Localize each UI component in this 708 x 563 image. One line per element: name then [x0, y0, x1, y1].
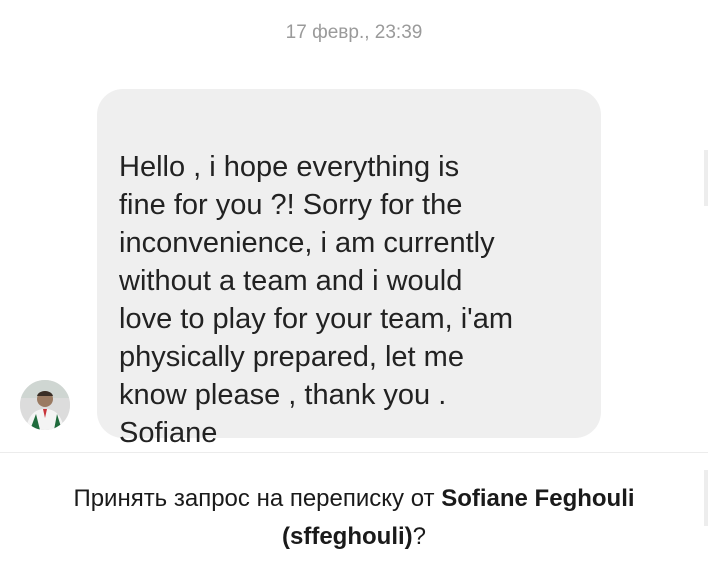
scrollbar-mark: [704, 470, 708, 526]
request-sender-handle: (sffeghouli): [282, 523, 413, 550]
message-text: Hello , i hope everything is fine for yo…: [119, 151, 513, 449]
section-divider: [0, 452, 708, 453]
request-prompt-prefix: Принять запрос на переписку от: [73, 485, 442, 512]
user-avatar-photo-icon: [20, 380, 70, 430]
request-sender-name: Sofiane Feghouli: [441, 485, 635, 512]
message-request-prompt: Принять запрос на переписку от Sofiane F…: [40, 480, 668, 556]
message-timestamp: 17 февр., 23:39: [285, 22, 423, 43]
sender-avatar[interactable]: [20, 380, 70, 430]
scrollbar-mark: [704, 150, 708, 206]
incoming-message-bubble[interactable]: Hello , i hope everything is fine for yo…: [97, 89, 601, 449]
request-prompt-suffix: ?: [412, 523, 426, 550]
